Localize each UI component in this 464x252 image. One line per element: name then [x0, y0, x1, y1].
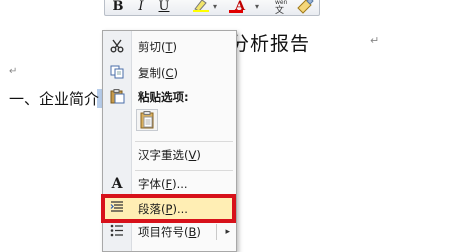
svg-text:文: 文: [275, 4, 284, 14]
paste-keep-text-button[interactable]: [136, 109, 158, 131]
menu-item-label: 汉字重选(V): [138, 148, 201, 162]
chevron-right-icon[interactable]: ▸: [225, 224, 230, 240]
chevron-down-icon[interactable]: ▾: [255, 0, 259, 15]
menu-item-copy[interactable]: 复制(C): [103, 62, 236, 84]
menu-item-label: 项目符号(B): [138, 225, 201, 239]
section-heading[interactable]: 一、企业简介: [9, 88, 99, 109]
italic-button[interactable]: I: [135, 0, 147, 15]
bold-button[interactable]: B: [111, 0, 125, 15]
mini-toolbar: B I U ▾ A ▾ wén 文: [104, 0, 320, 16]
menu-item-bullets[interactable]: 项目符号(B) ▸: [103, 221, 236, 243]
paragraph-mark: ↵: [9, 66, 18, 77]
paragraph-icon: [108, 201, 126, 217]
context-menu: 剪切(T) 复制(C) 粘贴选项: 汉字重选(V) A 字体(F)... 段落(…: [101, 30, 237, 252]
paste-icon: [108, 89, 126, 105]
chevron-down-icon[interactable]: ▾: [213, 0, 217, 15]
submenu-divider: [216, 224, 217, 240]
highlight-icon[interactable]: [191, 0, 211, 15]
menu-item-paragraph[interactable]: 段落(P)...: [103, 198, 236, 220]
menu-item-label: 复制(C): [138, 66, 179, 80]
menu-item-label: 粘贴选项:: [138, 90, 189, 104]
scissors-icon: [108, 39, 126, 55]
phonetic-guide-icon[interactable]: wén 文: [271, 0, 293, 16]
menu-separator: [135, 170, 233, 171]
menu-item-font[interactable]: A 字体(F)...: [103, 173, 236, 195]
menu-separator: [135, 141, 233, 142]
copy-icon: [108, 65, 126, 81]
menu-item-label: 段落(P)...: [138, 202, 188, 216]
font-color-bar: [229, 10, 243, 13]
menu-item-paste-options: 粘贴选项:: [103, 86, 236, 108]
font-icon: A: [111, 176, 123, 192]
menu-item-label: 剪切(T): [138, 40, 178, 54]
menu-item-label: 字体(F)...: [138, 177, 188, 191]
menu-item-cut[interactable]: 剪切(T): [103, 36, 236, 58]
format-painter-icon[interactable]: [295, 0, 315, 15]
menu-item-hanzi-reselect[interactable]: 汉字重选(V): [103, 144, 236, 166]
bullets-icon: [108, 224, 126, 240]
underline-button[interactable]: U: [157, 0, 171, 15]
paragraph-mark: ↵: [370, 34, 380, 47]
